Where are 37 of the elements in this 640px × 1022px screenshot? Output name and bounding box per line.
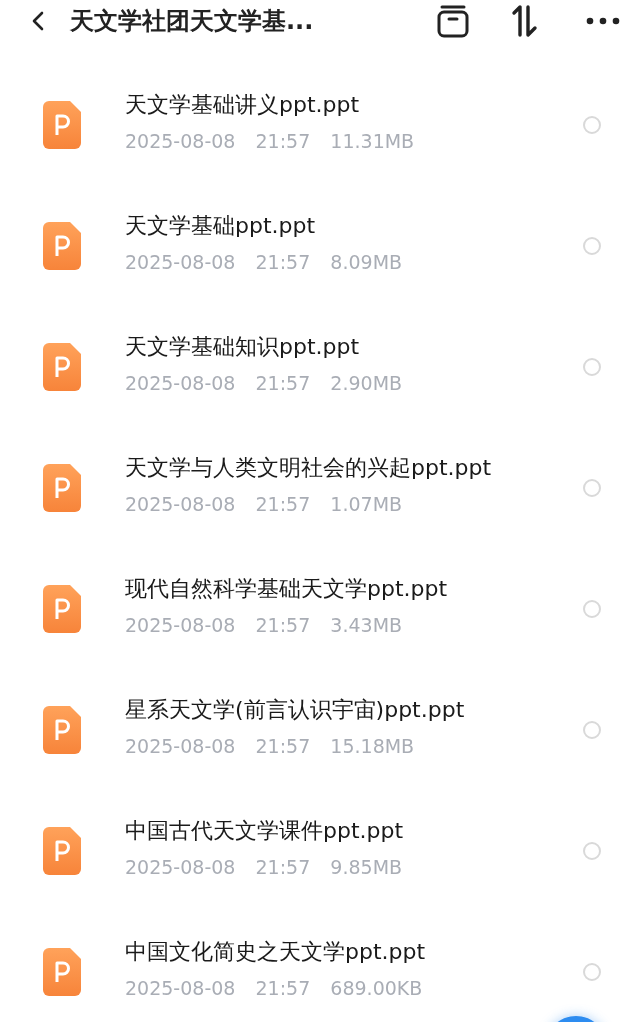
file-details: 2025-08-08 21:57 1.07MB — [125, 492, 403, 515]
file-name: 现代自然科学基础天文学ppt.ppt — [125, 574, 448, 603]
presentation-file-icon — [43, 826, 81, 875]
select-radio[interactable] — [583, 841, 601, 860]
select-radio[interactable] — [583, 599, 601, 618]
select-radio[interactable] — [583, 478, 601, 497]
back-icon[interactable] — [30, 9, 46, 33]
file-details: 2025-08-08 21:57 15.18MB — [125, 734, 415, 757]
file-name: 天文学基础知识ppt.ppt — [125, 332, 360, 361]
presentation-file-icon — [43, 584, 81, 633]
file-details: 2025-08-08 21:57 9.85MB — [125, 855, 403, 878]
file-details: 2025-08-08 21:57 11.31MB — [125, 129, 415, 152]
sort-icon[interactable] — [510, 4, 540, 38]
file-name: 中国文化简史之天文学ppt.ppt — [125, 937, 426, 966]
file-name: 中国古代天文学课件ppt.ppt — [125, 816, 404, 845]
file-name: 天文学基础讲义ppt.ppt — [125, 90, 360, 119]
file-details: 2025-08-08 21:57 689.00KB — [125, 976, 423, 999]
file-name: 星系天文学(前言认识宇宙)ppt.ppt — [125, 695, 465, 724]
presentation-file-icon — [43, 342, 81, 391]
folder-title: 天文学社团天文学基... — [70, 6, 315, 37]
select-radio[interactable] — [583, 962, 601, 981]
presentation-file-icon — [43, 221, 81, 270]
file-details: 2025-08-08 21:57 8.09MB — [125, 250, 403, 273]
archive-icon[interactable] — [436, 4, 470, 38]
more-icon[interactable] — [586, 17, 620, 25]
file-details: 2025-08-08 21:57 3.43MB — [125, 613, 403, 636]
presentation-file-icon — [43, 705, 81, 754]
file-name: 天文学与人类文明社会的兴起ppt.ppt — [125, 453, 492, 482]
select-radio[interactable] — [583, 720, 601, 739]
presentation-file-icon — [43, 463, 81, 512]
select-radio[interactable] — [583, 115, 601, 134]
presentation-file-icon — [43, 947, 81, 996]
select-radio[interactable] — [583, 357, 601, 376]
select-radio[interactable] — [583, 236, 601, 255]
file-details: 2025-08-08 21:57 2.90MB — [125, 371, 403, 394]
presentation-file-icon — [43, 100, 81, 149]
file-name: 天文学基础ppt.ppt — [125, 211, 316, 240]
